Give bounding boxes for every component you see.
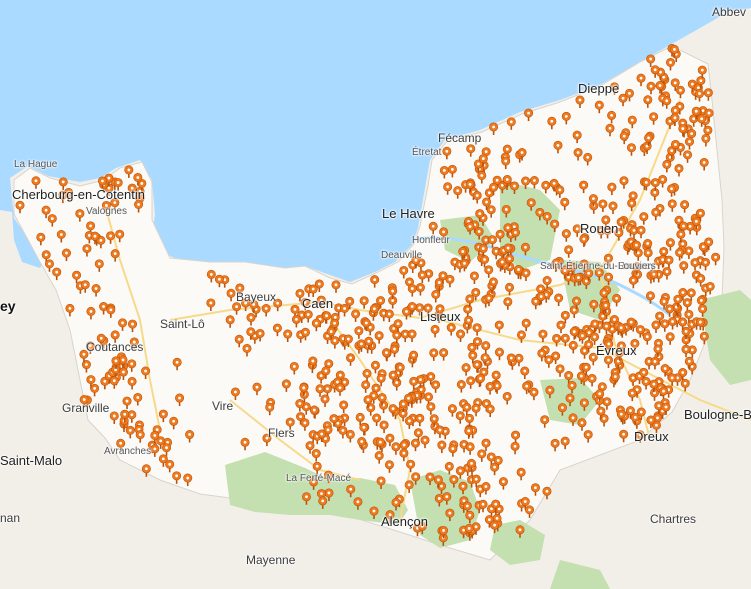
city-label-caen[interactable]: Caen xyxy=(302,297,333,310)
city-label-etretat[interactable]: Étretat xyxy=(412,148,441,158)
map-view[interactable]: Abbev Dieppe Fécamp Étretat La Hague Che… xyxy=(0,0,751,589)
city-label-saint-malo[interactable]: Saint-Malo xyxy=(0,454,62,467)
city-label-dieppe[interactable]: Dieppe xyxy=(578,82,619,95)
city-label-valognes[interactable]: Valognes xyxy=(86,207,127,217)
city-label-rouen[interactable]: Rouen xyxy=(580,222,618,235)
city-label-honfleur[interactable]: Honfleur xyxy=(412,236,450,246)
map-canvas[interactable] xyxy=(0,0,751,589)
city-label-granville[interactable]: Granville xyxy=(62,402,109,414)
city-label-boulogne[interactable]: Boulogne-B xyxy=(684,408,751,421)
city-label-cherbourg[interactable]: Cherbourg-en-Cotentin xyxy=(12,188,145,201)
city-label-deauville[interactable]: Deauville xyxy=(381,251,422,261)
city-label-jersey[interactable]: ey xyxy=(0,299,16,313)
city-label-vire[interactable]: Vire xyxy=(212,400,233,412)
city-label-coutances[interactable]: Coutances xyxy=(86,341,143,353)
city-label-chartres[interactable]: Chartres xyxy=(650,513,696,525)
city-label-lisieux[interactable]: Lisieux xyxy=(420,310,460,323)
city-label-alencon[interactable]: Alençon xyxy=(381,515,428,528)
city-label-la-hague[interactable]: La Hague xyxy=(14,160,57,170)
city-label-mayenne[interactable]: Mayenne xyxy=(246,554,295,566)
city-label-avranches[interactable]: Avranches xyxy=(104,447,151,457)
city-label-louviers[interactable]: Louviers xyxy=(618,262,656,272)
city-label-le-havre[interactable]: Le Havre xyxy=(382,207,435,220)
city-label-evreux[interactable]: Évreux xyxy=(596,344,636,357)
city-label-saint-lo[interactable]: Saint-Lô xyxy=(160,318,205,330)
city-label-abbeville[interactable]: Abbev xyxy=(712,6,746,18)
city-label-la-ferte-mace[interactable]: La Ferté-Macé xyxy=(286,474,351,484)
city-label-dreux[interactable]: Dreux xyxy=(634,430,669,443)
city-label-bayeux[interactable]: Bayeux xyxy=(236,291,276,303)
city-label-rennes[interactable]: nan xyxy=(0,512,20,524)
city-label-flers[interactable]: Flers xyxy=(268,427,295,439)
city-label-fecamp[interactable]: Fécamp xyxy=(438,132,481,144)
